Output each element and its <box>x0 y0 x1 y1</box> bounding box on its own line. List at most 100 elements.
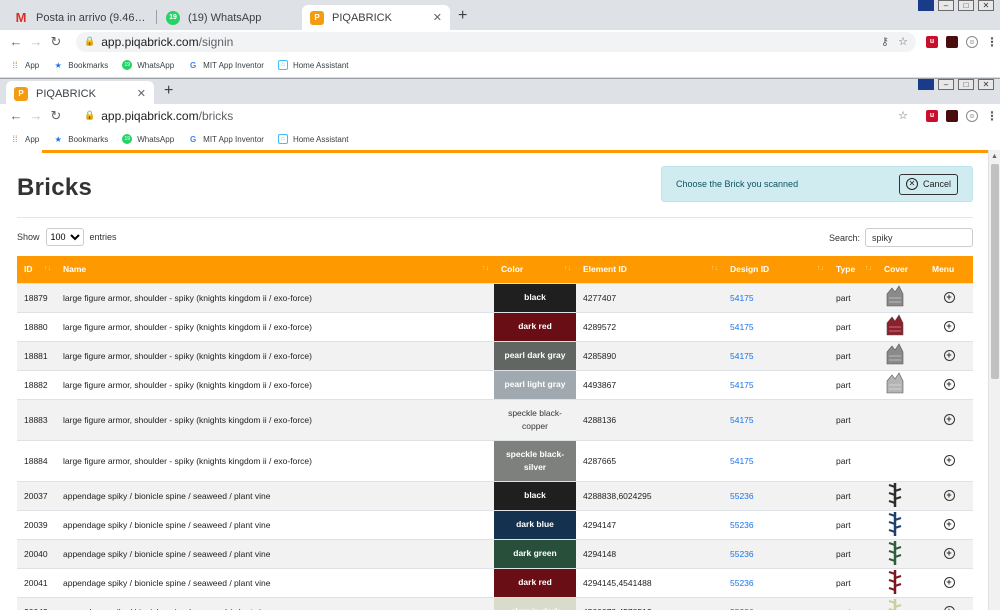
maximize-button[interactable]: □ <box>958 0 974 11</box>
add-circle-icon[interactable]: + <box>943 414 955 425</box>
front-address-bar[interactable]: 🔒 app.piqabrick.com/bricks ☆ <box>76 105 916 126</box>
page-scrollbar[interactable]: ▲ <box>988 150 1000 610</box>
bookmark-apps[interactable]: ⁞⁞ App <box>10 60 39 70</box>
cell-design-id: 54175 <box>723 369 829 399</box>
add-circle-icon[interactable]: + <box>943 321 955 332</box>
ublock-icon[interactable]: u <box>926 35 938 48</box>
design-id-link[interactable]: 55236 <box>730 607 754 610</box>
close-tab-icon[interactable]: ✕ <box>137 87 146 100</box>
key-icon[interactable]: ⚷ ☆ <box>881 35 908 48</box>
add-circle-icon[interactable]: + <box>943 455 955 466</box>
add-circle-icon[interactable]: + <box>943 292 955 303</box>
bookmark-bookmarks[interactable]: ★ Bookmarks <box>53 134 109 144</box>
bookmark-star-icon[interactable]: ☆ <box>898 109 908 122</box>
column-header-element-id[interactable]: Element ID ↑↓ <box>576 256 723 283</box>
scrollbar-thumb[interactable] <box>991 164 999 379</box>
reload-icon[interactable]: ↻ <box>46 34 66 50</box>
table-row[interactable]: 20041 appendage spiky / bionicle spine / … <box>17 567 973 597</box>
scroll-up-icon[interactable]: ▲ <box>989 150 1000 162</box>
column-header-design-id[interactable]: Design ID ↑↓ <box>723 256 829 283</box>
language-flag-icon[interactable] <box>918 79 934 90</box>
table-row[interactable]: 20037 appendage spiky / bionicle spine / … <box>17 480 973 510</box>
design-id-link[interactable]: 54175 <box>730 351 754 361</box>
bookmark-whatsapp[interactable]: 19 WhatsApp <box>122 134 174 144</box>
table-row[interactable]: 18883 large figure armor, shoulder - spik… <box>17 398 973 440</box>
add-circle-icon[interactable]: + <box>943 548 955 559</box>
bookmark-apps[interactable]: ⁞⁞ App <box>10 134 39 144</box>
forward-arrow-icon[interactable]: → <box>26 34 46 49</box>
back-tab-gmail[interactable]: M Posta in arrivo (9.469) - mtbike.ride <box>6 5 154 30</box>
column-header-type[interactable]: Type ↑↓ <box>829 256 877 283</box>
cell-type: part <box>829 369 877 399</box>
back-tab-piqabrick[interactable]: P PIQABRICK ✕ <box>302 5 450 30</box>
design-id-link[interactable]: 55236 <box>730 549 754 559</box>
avatar[interactable]: ☺ <box>966 35 978 48</box>
entries-select[interactable]: 100 <box>45 228 84 246</box>
table-row[interactable]: 20040 appendage spiky / bionicle spine / … <box>17 538 973 568</box>
forward-arrow-icon[interactable]: → <box>26 108 46 123</box>
cell-type: part <box>829 567 877 597</box>
cell-name: appendage spiky / bionicle spine / seawe… <box>56 509 494 539</box>
design-id-link[interactable]: 55236 <box>730 491 754 501</box>
cell-menu: + <box>925 567 973 597</box>
back-arrow-icon[interactable]: ← <box>6 34 26 49</box>
table-row[interactable]: 18884 large figure armor, shoulder - spik… <box>17 439 973 481</box>
front-tab-piqabrick[interactable]: P PIQABRICK ✕ <box>6 81 154 106</box>
add-circle-icon[interactable]: + <box>943 379 955 390</box>
cell-design-id: 54175 <box>723 340 829 370</box>
design-id-link[interactable]: 54175 <box>730 456 754 466</box>
back-tab-whatsapp[interactable]: 19 (19) WhatsApp <box>158 5 298 30</box>
table-row[interactable]: 18879 large figure armor, shoulder - spik… <box>17 282 973 312</box>
bookmark-mit-app-inventor[interactable]: G MIT App Inventor <box>188 60 264 70</box>
home-assistant-icon: ⌂ <box>277 60 288 70</box>
back-address-bar[interactable]: 🔒 app.piqabrick.com/signin ⚷ ☆ <box>76 31 916 52</box>
table-row[interactable]: 20039 appendage spiky / bionicle spine / … <box>17 509 973 539</box>
design-id-link[interactable]: 54175 <box>730 322 754 332</box>
minimize-button[interactable]: – <box>938 79 954 90</box>
table-row[interactable]: 20043appendage spiky / bionicle spine / … <box>17 596 973 610</box>
column-header-color[interactable]: Color ↑↓ <box>494 256 576 283</box>
design-id-link[interactable]: 55236 <box>730 520 754 530</box>
cell-id: 18884 <box>17 439 56 481</box>
cancel-button[interactable]: ✕ Cancel <box>898 173 958 195</box>
cell-cover <box>877 509 925 539</box>
new-tab-button[interactable]: + <box>164 82 173 100</box>
bookmark-bookmarks[interactable]: ★ Bookmarks <box>53 60 109 70</box>
table-row[interactable]: 18880 large figure armor, shoulder - spik… <box>17 311 973 341</box>
ublock-icon[interactable]: u <box>926 109 938 122</box>
extension-icon[interactable] <box>946 35 958 48</box>
bookmark-home-assistant[interactable]: ⌂ Home Assistant <box>277 134 349 144</box>
maximize-button[interactable]: □ <box>958 79 974 90</box>
add-circle-icon[interactable]: + <box>943 350 955 361</box>
close-tab-icon[interactable]: ✕ <box>433 11 442 24</box>
add-circle-icon[interactable]: + <box>943 606 955 610</box>
column-header-name[interactable]: Name ↑↓ <box>56 256 494 283</box>
new-tab-button[interactable]: + <box>458 7 467 25</box>
table-row[interactable]: 18882 large figure armor, shoulder - spik… <box>17 369 973 399</box>
add-circle-icon[interactable]: + <box>943 490 955 501</box>
avatar[interactable]: ☺ <box>966 109 978 122</box>
bookmark-home-assistant[interactable]: ⌂ Home Assistant <box>277 60 349 70</box>
column-header-id[interactable]: ID ↑↓ <box>17 256 56 283</box>
bookmark-whatsapp[interactable]: 19 WhatsApp <box>122 60 174 70</box>
add-circle-icon[interactable]: + <box>943 519 955 530</box>
design-id-link[interactable]: 55236 <box>730 578 754 588</box>
cell-design-id: 54175 <box>723 398 829 440</box>
add-circle-icon[interactable]: + <box>943 577 955 588</box>
more-menu-icon[interactable]: ⋮ <box>986 110 998 122</box>
more-menu-icon[interactable]: ⋮ <box>986 36 998 48</box>
bookmark-mit-app-inventor[interactable]: G MIT App Inventor <box>188 134 264 144</box>
back-arrow-icon[interactable]: ← <box>6 108 26 123</box>
reload-icon[interactable]: ↻ <box>46 108 66 124</box>
language-flag-icon[interactable] <box>918 0 934 11</box>
close-window-button[interactable]: ✕ <box>978 79 994 90</box>
extension-icon[interactable] <box>946 109 958 122</box>
minimize-button[interactable]: – <box>938 0 954 11</box>
search-input[interactable] <box>865 228 973 247</box>
design-id-link[interactable]: 54175 <box>730 293 754 303</box>
design-id-link[interactable]: 54175 <box>730 380 754 390</box>
close-window-button[interactable]: ✕ <box>978 0 994 11</box>
cancel-label: Cancel <box>922 179 951 189</box>
design-id-link[interactable]: 54175 <box>730 415 754 425</box>
table-row[interactable]: 18881 large figure armor, shoulder - spik… <box>17 340 973 370</box>
